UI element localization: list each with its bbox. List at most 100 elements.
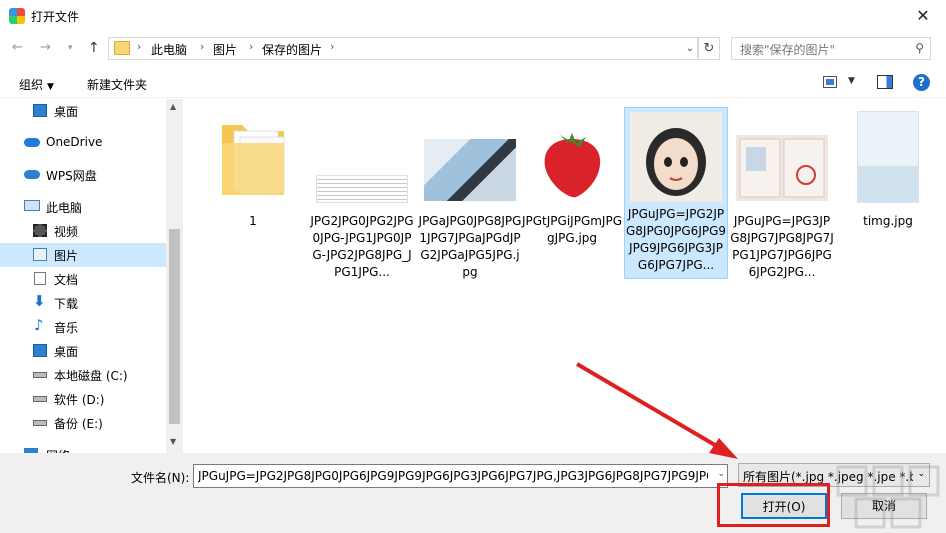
sidebar-item-desktop-2[interactable]: 桌面	[0, 339, 166, 363]
sidebar-item-label: 图片	[54, 249, 79, 263]
certificate-image-thumbnail	[736, 135, 828, 201]
folder-icon	[114, 41, 130, 55]
sidebar-item-drive-c[interactable]: 本地磁盘 (C:)	[0, 363, 166, 387]
scroll-up-icon[interactable]: ▲	[170, 102, 176, 111]
image-thumbnail	[857, 111, 919, 203]
chevron-right-icon[interactable]: ›	[200, 40, 204, 53]
search-placeholder: 搜索"保存的图片"	[740, 43, 836, 57]
view-options-caret-icon[interactable]: ▼	[848, 76, 855, 86]
refresh-icon[interactable]: ↻	[698, 37, 720, 60]
file-item[interactable]: JPG2JPG0JPG2JPG0JPG-JPG1JPG0JPG-JPG2JPG8…	[310, 107, 414, 279]
search-icon[interactable]: ⚲	[915, 41, 924, 55]
chevron-right-icon[interactable]: ›	[249, 40, 253, 53]
window-title: 打开文件	[31, 10, 80, 24]
folder-icon	[222, 125, 285, 195]
sidebar-item-label: 视频	[54, 225, 79, 239]
address-bar[interactable]: › 此电脑 › 图片 › 保存的图片 ›	[108, 37, 698, 60]
app-icon	[9, 8, 25, 24]
sidebar-item-music[interactable]: ♪ 音乐	[0, 315, 166, 339]
change-view-icon[interactable]	[823, 76, 837, 88]
back-arrow-icon[interactable]: ←	[12, 40, 23, 55]
scroll-down-icon[interactable]: ▼	[170, 437, 176, 446]
command-bar: 组织 ▼ 新建文件夹	[0, 68, 946, 98]
breadcrumb-this-pc[interactable]: 此电脑	[151, 41, 187, 58]
file-name: JPGaJPG0JPG8JPG1JPG7JPGaJPGdJPG2JPGaJPG5…	[418, 214, 522, 279]
desktop-icon	[33, 104, 47, 117]
drive-icon	[33, 396, 47, 402]
new-folder-button[interactable]: 新建文件夹	[87, 76, 147, 93]
file-item[interactable]: JPGtJPGiJPGmJPGgJPG.jpg	[520, 107, 624, 279]
sidebar-item-label: 本地磁盘 (C:)	[54, 369, 128, 383]
sidebar-item-label: 文档	[54, 273, 79, 287]
sidebar-item-wps-cloud[interactable]: WPS网盘	[0, 163, 166, 187]
sidebar-item-documents[interactable]: 文档	[0, 267, 166, 291]
filename-label: 文件名(N):	[131, 471, 190, 485]
watermark-logo-icon	[836, 465, 940, 529]
address-dropdown-icon[interactable]: ⌄	[683, 38, 697, 59]
desktop-icon	[33, 344, 47, 357]
help-icon[interactable]: ?	[913, 74, 930, 91]
forward-arrow-icon[interactable]: →	[40, 40, 51, 55]
music-icon: ♪	[34, 316, 44, 334]
sidebar-item-drive-e[interactable]: 备份 (E:)	[0, 411, 166, 435]
file-name: 1	[249, 214, 257, 228]
filename-input[interactable]: JPGuJPG=JPG2JPG8JPG0JPG6JPG9JPG9JPG6JPG3…	[193, 464, 728, 488]
file-item-selected[interactable]: JPGuJPG=JPG2JPG8JPG0JPG6JPG9JPG9JPG6JPG3…	[624, 107, 728, 279]
preview-pane-icon[interactable]	[877, 75, 893, 89]
image-thumbnail	[316, 175, 408, 203]
sidebar-item-network[interactable]: 网络	[0, 443, 166, 453]
sidebar-item-label: 桌面	[54, 345, 79, 359]
up-arrow-icon[interactable]: ↑	[88, 40, 100, 56]
file-name: JPGuJPG=JPG2JPG8JPG0JPG6JPG9JPG9JPG6JPG3…	[625, 207, 727, 272]
chevron-right-icon[interactable]: ›	[330, 40, 334, 53]
sidebar-item-videos[interactable]: 视频	[0, 219, 166, 243]
file-item[interactable]: JPGaJPG0JPG8JPG1JPG7JPGaJPGdJPG2JPGaJPG5…	[418, 107, 522, 279]
sidebar-item-downloads[interactable]: ⬇ 下载	[0, 291, 166, 315]
sidebar-item-drive-d[interactable]: 软件 (D:)	[0, 387, 166, 411]
sidebar-item-desktop[interactable]: 桌面	[0, 99, 166, 123]
sidebar-item-label: 下载	[54, 297, 79, 311]
file-name: JPG2JPG0JPG2JPG0JPG-JPG1JPG0JPG-JPG2JPG8…	[310, 214, 414, 279]
filename-value: JPGuJPG=JPG2JPG8JPG0JPG6JPG9JPG9JPG6JPG3…	[198, 469, 708, 483]
sidebar-item-label: OneDrive	[46, 135, 103, 149]
onedrive-cloud-icon	[24, 138, 40, 147]
chevron-right-icon[interactable]: ›	[137, 40, 141, 53]
pictures-icon	[33, 248, 47, 261]
sidebar-item-pictures[interactable]: 图片	[0, 243, 166, 267]
breadcrumb-saved-pictures[interactable]: 保存的图片	[262, 41, 322, 58]
breadcrumb-pictures[interactable]: 图片	[213, 41, 237, 58]
cloud-icon	[24, 170, 40, 179]
file-item[interactable]: timg.jpg	[836, 107, 940, 279]
scrollbar-thumb[interactable]	[169, 229, 180, 424]
sidebar-item-label: 音乐	[54, 321, 79, 335]
recent-locations-icon[interactable]: ▾	[68, 43, 73, 53]
title-bar: 打开文件 ✕	[0, 0, 946, 32]
organize-button[interactable]: 组织 ▼	[19, 76, 54, 93]
drive-icon	[33, 372, 47, 378]
sidebar-item-this-pc[interactable]: 此电脑	[0, 195, 166, 219]
sidebar-item-label: 软件 (D:)	[54, 393, 105, 407]
file-item-folder[interactable]: 1	[201, 107, 305, 279]
sidebar-item-onedrive[interactable]: OneDrive	[0, 131, 166, 155]
navigation-pane: 桌面 OneDrive WPS网盘 此电脑 视频 图片 文档 ⬇ 下载 ♪ 音乐…	[0, 99, 183, 453]
image-thumbnail	[424, 139, 516, 201]
file-name: JPGtJPGiJPGmJPGgJPG.jpg	[521, 214, 623, 245]
close-button[interactable]: ✕	[900, 0, 946, 32]
file-name: timg.jpg	[863, 214, 913, 228]
video-icon	[33, 224, 47, 237]
chevron-down-icon[interactable]: ⌄	[717, 469, 725, 479]
search-input[interactable]: 搜索"保存的图片" ⚲	[731, 37, 931, 60]
computer-icon	[24, 200, 40, 211]
sidebar-scrollbar[interactable]: ▲ ▼	[166, 99, 183, 453]
caret-down-icon: ▼	[47, 82, 54, 92]
organize-label: 组织	[19, 78, 44, 92]
cartoon-image-thumbnail	[630, 112, 722, 202]
sidebar-item-label: WPS网盘	[46, 169, 97, 183]
sidebar-item-label: 此电脑	[46, 201, 83, 215]
strawberry-image-thumbnail	[526, 125, 618, 201]
sidebar-item-label: 桌面	[54, 105, 79, 119]
document-icon	[34, 272, 46, 285]
file-item[interactable]: JPGuJPG=JPG3JPG8JPG7JPG8JPG7JPG1JPG7JPG6…	[730, 107, 834, 279]
file-list: 1 JPG2JPG0JPG2JPG0JPG-JPG1JPG0JPG-JPG2JP…	[183, 99, 946, 453]
highlight-box	[717, 483, 830, 527]
